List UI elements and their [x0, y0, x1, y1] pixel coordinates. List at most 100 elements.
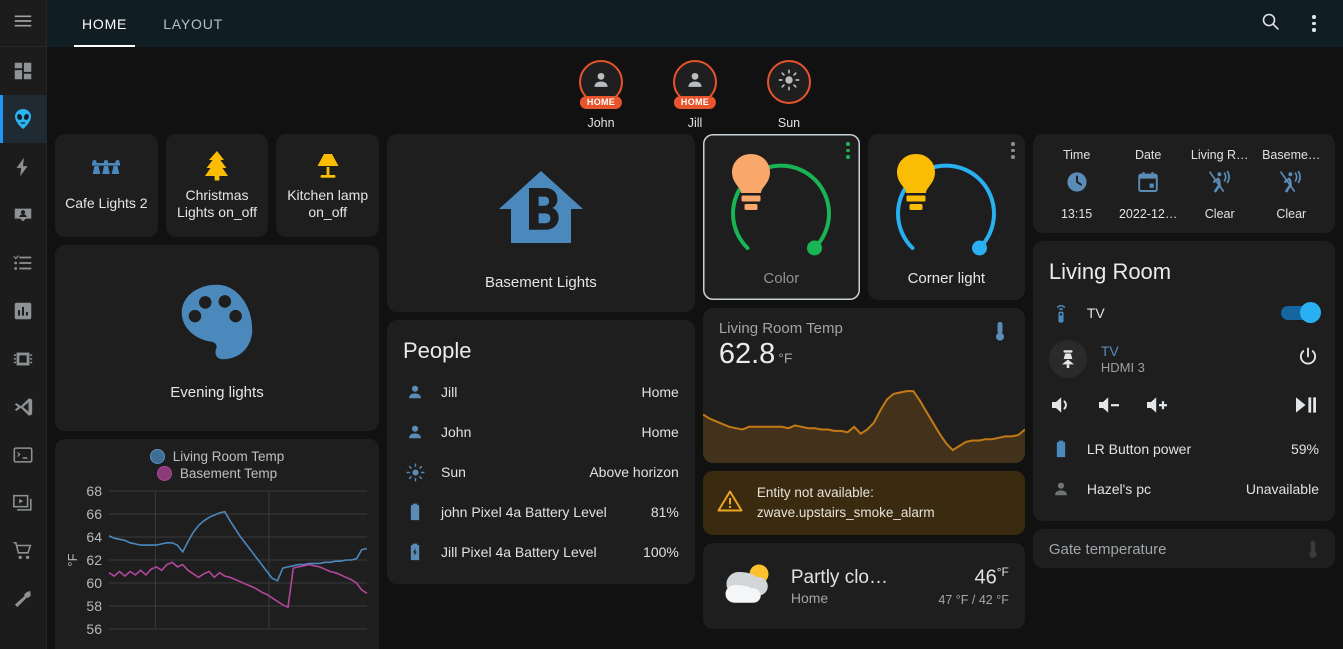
volume-plus-icon [1145, 394, 1169, 421]
legend-item-living-room-temp[interactable]: Living Room Temp [149, 449, 285, 464]
legend-item-basement-temp[interactable]: Basement Temp [156, 466, 277, 481]
svg-text:56: 56 [86, 621, 102, 637]
weather-temps: 46°F 47 °F / 42 °F [938, 565, 1008, 607]
sidebar-item-vscode[interactable] [0, 383, 47, 431]
svg-text:64: 64 [86, 529, 102, 545]
legend-swatch [156, 466, 172, 481]
glance-name: Time [1062, 148, 1091, 162]
sidebar [0, 0, 47, 649]
entity-state[interactable]: 81% [651, 504, 679, 520]
sidebar-menu-button[interactable] [0, 0, 47, 47]
tv-toggle-switch[interactable] [1281, 302, 1321, 323]
glance-item-living-room-motion[interactable]: Living R… Clear [1184, 148, 1256, 221]
sidebar-item-history[interactable] [0, 287, 47, 335]
volume-down-button[interactable] [1097, 394, 1145, 421]
entity-row-john-battery[interactable]: john Pixel 4a Battery Level 81% [403, 492, 679, 532]
person-icon [684, 69, 706, 96]
badge-state: HOME [673, 96, 717, 109]
dashboard-grid-icon [12, 60, 34, 82]
tab-layout[interactable]: LAYOUT [145, 0, 241, 47]
light-card-label: Color [763, 269, 800, 287]
entity-state[interactable]: Unavailable [1246, 481, 1319, 497]
media-player-row-tv[interactable]: TV HDMI 3 [1048, 333, 1319, 385]
sensor-header: Living Room Temp 62.8 °F [703, 308, 1025, 369]
button-card-evening-lights[interactable]: Evening lights [55, 245, 379, 431]
power-button[interactable] [1297, 346, 1319, 373]
media-controls-row [1049, 385, 1319, 429]
volume-up-button[interactable] [1145, 394, 1193, 421]
entity-row-jill-battery[interactable]: Jill Pixel 4a Battery Level 100% [403, 532, 679, 572]
history-chart-card[interactable]: Living Room Temp Basement Temp 56 58 60 62 6… [55, 439, 379, 649]
calendar-icon [1136, 170, 1160, 199]
entity-row-john[interactable]: John Home [403, 412, 679, 452]
light-card-more-button[interactable] [846, 142, 850, 159]
person-icon [1049, 479, 1073, 499]
badge-circle [767, 60, 811, 104]
badge-circle: HOME [673, 60, 717, 109]
person-icon [403, 422, 427, 442]
weather-temperature: 46 [974, 566, 997, 589]
overflow-menu-button[interactable] [1299, 9, 1329, 39]
volume-mute-button[interactable] [1049, 394, 1097, 421]
button-card-row: Cafe Lights 2 Christmas Lights on_off Ki… [55, 134, 380, 237]
sidebar-item-alien-dashboard[interactable] [0, 95, 47, 143]
glance-state: Clear [1276, 207, 1307, 221]
sidebar-item-system-monitor[interactable] [0, 335, 47, 383]
sidebar-item-developer-tools[interactable] [0, 575, 47, 623]
glance-item-date[interactable]: Date 2022-12… [1112, 148, 1184, 221]
sidebar-item-energy[interactable] [0, 143, 47, 191]
entity-row-lr-button-power[interactable]: LR Button power 59% [1049, 429, 1319, 469]
badge-jill[interactable]: HOME Jill [659, 60, 731, 130]
sidebar-item-media[interactable] [0, 479, 47, 527]
light-card-color[interactable]: Color [702, 134, 860, 300]
sun-icon [403, 462, 427, 483]
entity-name: john Pixel 4a Battery Level [441, 504, 607, 520]
search-button[interactable] [1255, 9, 1285, 39]
badge-john[interactable]: HOME John [565, 60, 637, 130]
sidebar-item-overview[interactable] [0, 47, 47, 95]
button-card-christmas-lights[interactable]: Christmas Lights on_off [165, 134, 269, 237]
weather-main: Partly clo… Home [791, 567, 929, 606]
button-card-cafe-lights-2[interactable]: Cafe Lights 2 [55, 134, 158, 237]
warning-text: Entity not available: zwave.upstairs_smo… [757, 483, 935, 523]
badge-sun[interactable]: Sun [753, 60, 825, 130]
button-card-label: Kitchen lamp on_off [287, 186, 369, 220]
entity-row-sun[interactable]: Sun Above horizon [403, 452, 679, 492]
badge-name: Sun [777, 116, 801, 130]
sensor-card-gate-temperature[interactable]: Gate temperature [1032, 529, 1335, 568]
tab-home[interactable]: HOME [64, 0, 145, 47]
volume-minus-icon [1097, 394, 1121, 421]
chart-legend: Living Room Temp Basement Temp [63, 449, 371, 485]
entity-row-jill[interactable]: Jill Home [403, 372, 679, 412]
weather-card[interactable]: Partly clo… Home 46°F 47 °F / 42 °F [702, 543, 1025, 629]
partly-cloudy-icon [719, 558, 781, 615]
top-bar-actions [1255, 0, 1343, 47]
search-icon [1260, 11, 1281, 37]
entity-state[interactable]: Home [641, 384, 678, 400]
entity-state[interactable]: Home [641, 424, 678, 440]
entity-row-tv-switch[interactable]: TV [1049, 293, 1321, 333]
battery-charging-icon [403, 542, 427, 562]
light-card-more-button[interactable] [1011, 142, 1015, 159]
light-card-corner-light[interactable]: Corner light [867, 134, 1025, 300]
badge-circle: HOME [579, 60, 623, 109]
sidebar-item-shopping-list[interactable] [0, 527, 47, 575]
sidebar-item-todo-list[interactable] [0, 239, 47, 287]
sidebar-item-contacts[interactable] [0, 191, 47, 239]
entity-state[interactable]: Above horizon [589, 464, 679, 480]
sidebar-item-terminal[interactable] [0, 431, 47, 479]
entity-state[interactable]: 100% [643, 544, 679, 560]
people-entities-card: People Jill Home John Home Sun Above hor… [387, 320, 695, 584]
dashboard-content: HOME John HOME Jill Sun Cafe Lights 2 Ch… [47, 47, 1343, 649]
entity-state[interactable]: 59% [1291, 441, 1319, 457]
brightness-dial[interactable] [723, 152, 839, 268]
entity-row-hazels-pc[interactable]: Hazel's pc Unavailable [1049, 469, 1319, 509]
glance-item-basement-motion[interactable]: Baseme… Clear [1255, 148, 1327, 221]
button-card-basement-lights[interactable]: Basement Lights [387, 134, 695, 312]
legend-label: Living Room Temp [172, 449, 285, 464]
glance-item-time[interactable]: Time 13:15 [1041, 148, 1113, 221]
sensor-card-living-room-temp[interactable]: Living Room Temp 62.8 °F [702, 308, 1025, 463]
brightness-dial[interactable] [888, 152, 1004, 268]
button-card-kitchen-lamp[interactable]: Kitchen lamp on_off [276, 134, 380, 237]
play-pause-button[interactable] [1293, 394, 1319, 421]
